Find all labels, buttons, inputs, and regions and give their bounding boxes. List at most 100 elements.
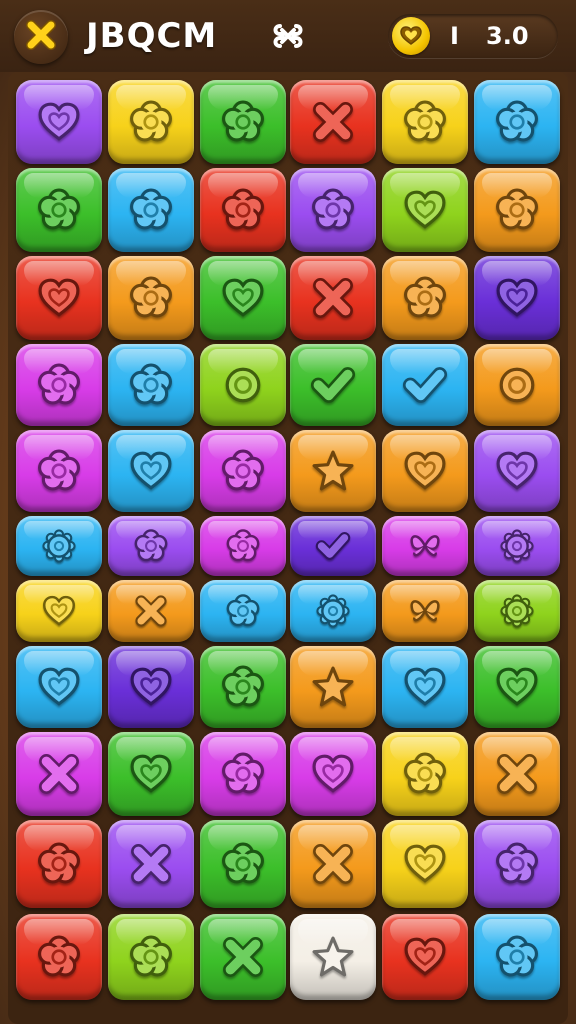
tile-magenta-cross[interactable]: [16, 732, 102, 816]
cross-icon: [36, 751, 82, 797]
flower-icon: [128, 934, 174, 980]
tile-blue-flower[interactable]: [474, 80, 560, 164]
tile-purple-heart[interactable]: [474, 430, 560, 512]
tile-yellow-flower[interactable]: [108, 80, 194, 164]
tile-green-heart[interactable]: [200, 256, 286, 340]
tile-yellow-heart[interactable]: [382, 820, 468, 908]
heart-icon: [128, 751, 174, 797]
flower-icon: [220, 751, 266, 797]
gear-icon: [315, 593, 351, 629]
tile-orange-ring[interactable]: [474, 344, 560, 426]
tile-purple-cross[interactable]: [108, 820, 194, 908]
tile-magenta-flower[interactable]: [16, 430, 102, 512]
flower-icon: [220, 187, 266, 233]
butterfly-icon: [407, 528, 443, 564]
tile-green-flower[interactable]: [200, 80, 286, 164]
tile-red-flower[interactable]: [16, 914, 102, 1000]
tile-red-flower[interactable]: [16, 820, 102, 908]
flower-icon: [402, 751, 448, 797]
tile-yellow-heart[interactable]: [16, 580, 102, 642]
flower-icon: [128, 362, 174, 408]
tile-orange-cross[interactable]: [108, 580, 194, 642]
tile-green-flower[interactable]: [200, 820, 286, 908]
tile-orange-cross[interactable]: [290, 820, 376, 908]
tile-blue-flower[interactable]: [200, 580, 286, 642]
flower-icon: [494, 934, 540, 980]
star-icon: [310, 664, 356, 710]
heart-icon: [220, 275, 266, 321]
tile-yellow-flower[interactable]: [382, 80, 468, 164]
heart-coin-icon: [392, 17, 430, 55]
tile-blue-heart[interactable]: [108, 430, 194, 512]
flower-icon: [128, 275, 174, 321]
game-board: [8, 72, 568, 1024]
tile-blue-heart[interactable]: [382, 646, 468, 728]
tile-magenta-flower[interactable]: [200, 732, 286, 816]
cross-icon: [310, 841, 356, 887]
tile-blue-heart[interactable]: [16, 646, 102, 728]
tile-green-heart[interactable]: [474, 646, 560, 728]
tile-red-flower[interactable]: [200, 168, 286, 252]
tile-orange-butterfly[interactable]: [382, 580, 468, 642]
tile-green-heart[interactable]: [108, 732, 194, 816]
tile-violet-heart[interactable]: [108, 646, 194, 728]
tile-red-cross[interactable]: [290, 256, 376, 340]
tile-violet-check[interactable]: [290, 516, 376, 576]
tile-red-heart[interactable]: [16, 256, 102, 340]
heart-icon: [402, 187, 448, 233]
ring-icon: [220, 362, 266, 408]
tile-lime-flower[interactable]: [108, 914, 194, 1000]
tile-orange-star[interactable]: [290, 646, 376, 728]
tile-blue-flower[interactable]: [108, 168, 194, 252]
tile-magenta-flower[interactable]: [16, 344, 102, 426]
tile-yellow-flower[interactable]: [382, 732, 468, 816]
tile-orange-flower[interactable]: [474, 168, 560, 252]
heart-icon: [128, 448, 174, 494]
tile-purple-heart[interactable]: [16, 80, 102, 164]
tile-lime-ring[interactable]: [200, 344, 286, 426]
tile-purple-flower[interactable]: [290, 168, 376, 252]
tile-purple-flower[interactable]: [108, 516, 194, 576]
cross-icon: [220, 934, 266, 980]
heart-icon: [36, 664, 82, 710]
flower-icon: [494, 99, 540, 145]
tile-lime-gear[interactable]: [474, 580, 560, 642]
tile-red-heart[interactable]: [382, 914, 468, 1000]
check-icon: [310, 362, 356, 408]
flower-icon: [36, 934, 82, 980]
tile-purple-flower[interactable]: [474, 820, 560, 908]
flower-icon: [225, 593, 261, 629]
tile-green-flower[interactable]: [16, 168, 102, 252]
tile-orange-flower[interactable]: [382, 256, 468, 340]
tile-magenta-heart[interactable]: [290, 732, 376, 816]
tile-orange-flower[interactable]: [108, 256, 194, 340]
close-button[interactable]: [14, 10, 68, 64]
tile-blue-check[interactable]: [382, 344, 468, 426]
tile-green-cross[interactable]: [200, 914, 286, 1000]
tile-green-flower[interactable]: [200, 646, 286, 728]
link-button[interactable]: [268, 18, 308, 58]
tile-magenta-butterfly[interactable]: [382, 516, 468, 576]
flower-icon: [36, 841, 82, 887]
flower-icon: [36, 448, 82, 494]
butterfly-icon: [407, 593, 443, 629]
tile-red-cross[interactable]: [290, 80, 376, 164]
flower-icon: [220, 99, 266, 145]
tile-violet-heart[interactable]: [474, 256, 560, 340]
tile-orange-star[interactable]: [290, 430, 376, 512]
gear-icon: [499, 593, 535, 629]
tile-orange-heart[interactable]: [382, 430, 468, 512]
tile-blue-gear[interactable]: [290, 580, 376, 642]
tile-lime-heart[interactable]: [382, 168, 468, 252]
tile-magenta-flower[interactable]: [200, 516, 286, 576]
tile-blue-flower[interactable]: [108, 344, 194, 426]
tile-blue-gear[interactable]: [16, 516, 102, 576]
flower-icon: [494, 841, 540, 887]
tile-orange-cross[interactable]: [474, 732, 560, 816]
tile-purple-gear[interactable]: [474, 516, 560, 576]
tile-green-check[interactable]: [290, 344, 376, 426]
tile-magenta-flower[interactable]: [200, 430, 286, 512]
heart-icon: [494, 275, 540, 321]
tile-white-star[interactable]: [290, 914, 376, 1000]
tile-blue-flower[interactable]: [474, 914, 560, 1000]
